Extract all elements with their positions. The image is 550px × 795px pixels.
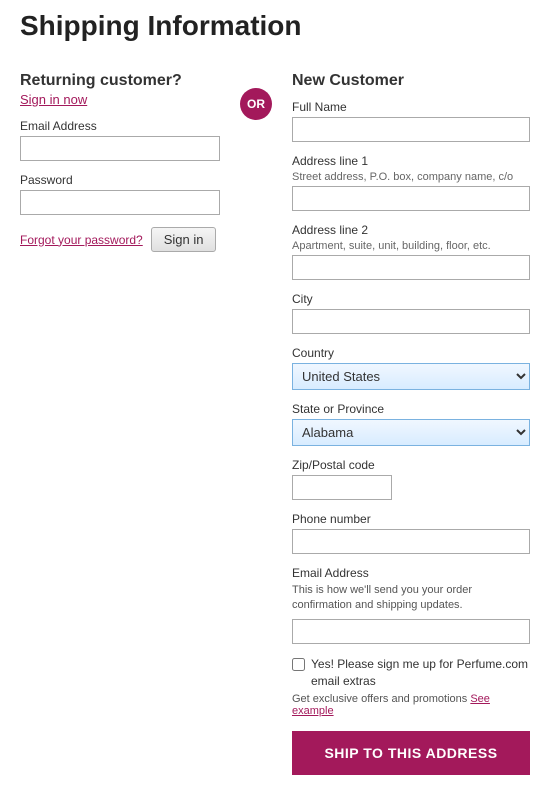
- address1-label: Address line 1: [292, 154, 530, 168]
- returning-email-input[interactable]: [20, 136, 220, 161]
- city-input[interactable]: [292, 309, 530, 334]
- new-email-group: Email Address This is how we'll send you…: [292, 566, 530, 644]
- zip-label: Zip/Postal code: [292, 458, 530, 472]
- returning-customer-section: Returning customer? Sign in now Email Ad…: [20, 72, 220, 252]
- phone-label: Phone number: [292, 512, 530, 526]
- extras-note-text: Get exclusive offers and promotions: [292, 693, 467, 705]
- or-circle: OR: [240, 88, 272, 120]
- country-group: Country United States Canada United King…: [292, 346, 530, 390]
- extras-checkbox-label: Yes! Please sign me up for Perfume.com e…: [311, 656, 530, 690]
- full-name-group: Full Name: [292, 100, 530, 142]
- extras-note: Get exclusive offers and promotions See …: [292, 693, 530, 717]
- zip-input[interactable]: [292, 475, 392, 500]
- country-label: Country: [292, 346, 530, 360]
- forgot-password-link[interactable]: Forgot your password?: [20, 233, 143, 247]
- returning-title: Returning customer?: [20, 72, 220, 90]
- sign-in-button[interactable]: Sign in: [151, 227, 217, 252]
- extras-checkbox-row: Yes! Please sign me up for Perfume.com e…: [292, 656, 530, 690]
- full-name-label: Full Name: [292, 100, 530, 114]
- returning-password-input[interactable]: [20, 190, 220, 215]
- country-select[interactable]: United States Canada United Kingdom: [292, 363, 530, 390]
- address1-sublabel: Street address, P.O. box, company name, …: [292, 171, 530, 183]
- password-label: Password: [20, 173, 220, 187]
- password-field-group: Password: [20, 173, 220, 215]
- email-label: Email Address: [20, 119, 220, 133]
- email-note: This is how we'll send you your order co…: [292, 583, 530, 614]
- city-label: City: [292, 292, 530, 306]
- state-group: State or Province Alabama Alaska Arizona…: [292, 402, 530, 446]
- new-customer-section: New Customer Full Name Address line 1 St…: [292, 72, 530, 775]
- city-group: City: [292, 292, 530, 334]
- state-select[interactable]: Alabama Alaska Arizona California Florid…: [292, 419, 530, 446]
- main-layout: Returning customer? Sign in now Email Ad…: [20, 72, 530, 775]
- ship-to-address-button[interactable]: SHIP TO THIS ADDRESS: [292, 731, 530, 775]
- page-title: Shipping Information: [20, 10, 530, 52]
- address2-sublabel: Apartment, suite, unit, building, floor,…: [292, 240, 530, 252]
- extras-checkbox[interactable]: [292, 658, 305, 671]
- address2-input[interactable]: [292, 255, 530, 280]
- address1-group: Address line 1 Street address, P.O. box,…: [292, 154, 530, 211]
- address2-group: Address line 2 Apartment, suite, unit, b…: [292, 223, 530, 280]
- new-email-input[interactable]: [292, 619, 530, 644]
- address1-input[interactable]: [292, 186, 530, 211]
- new-email-label: Email Address: [292, 566, 530, 580]
- or-divider: OR: [240, 72, 272, 120]
- zip-group: Zip/Postal code: [292, 458, 530, 500]
- phone-input[interactable]: [292, 529, 530, 554]
- phone-group: Phone number: [292, 512, 530, 554]
- new-customer-title: New Customer: [292, 72, 530, 90]
- sign-in-link[interactable]: Sign in now: [20, 92, 220, 107]
- address2-label: Address line 2: [292, 223, 530, 237]
- state-label: State or Province: [292, 402, 530, 416]
- email-field-group: Email Address: [20, 119, 220, 161]
- forgot-signin-row: Forgot your password? Sign in: [20, 227, 220, 252]
- full-name-input[interactable]: [292, 117, 530, 142]
